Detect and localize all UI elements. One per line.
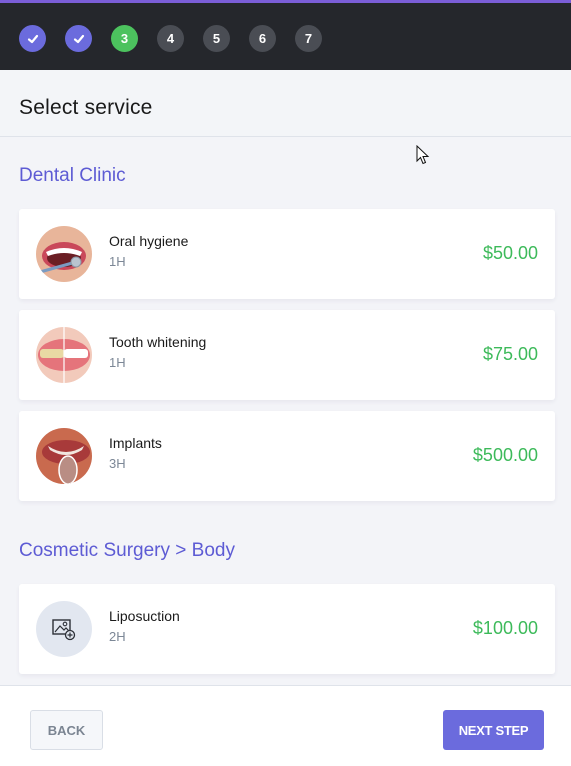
service-name: Tooth whitening	[109, 334, 207, 350]
service-duration: 1H	[109, 254, 126, 269]
page-title: Select service	[19, 96, 153, 119]
service-card-tooth-whitening[interactable]: Tooth whitening 1H $75.00	[19, 310, 555, 400]
service-list[interactable]: Dental Clinic Oral hygiene 1H $50.00 Too…	[0, 138, 571, 685]
oral-hygiene-photo	[36, 226, 92, 282]
service-price: $75.00	[482, 344, 538, 364]
service-price: $100.00	[472, 618, 538, 638]
category-title-dental-clinic: Dental Clinic	[19, 165, 126, 186]
category-title-cosmetic-surgery-body: Cosmetic Surgery > Body	[19, 540, 235, 561]
image-placeholder-icon	[52, 619, 76, 641]
step-4[interactable]: 4	[157, 25, 184, 52]
step-1-completed[interactable]	[19, 25, 46, 52]
back-button[interactable]: BACK	[30, 710, 103, 750]
mouse-cursor-icon	[416, 145, 430, 165]
service-card-liposuction[interactable]: Liposuction 2H $100.00	[19, 584, 555, 674]
service-name: Liposuction	[109, 608, 180, 624]
step-5[interactable]: 5	[203, 25, 230, 52]
service-name: Oral hygiene	[109, 233, 189, 249]
steps-list: 3 4 5 6 7	[19, 25, 341, 52]
service-name: Implants	[109, 435, 162, 451]
page-header: Select service	[0, 70, 571, 137]
check-icon	[27, 34, 38, 43]
step-2-completed[interactable]	[65, 25, 92, 52]
implants-photo	[36, 428, 92, 484]
service-duration: 1H	[109, 355, 126, 370]
image-placeholder	[36, 601, 92, 657]
step-3-current[interactable]: 3	[111, 25, 138, 52]
step-6[interactable]: 6	[249, 25, 276, 52]
footer-actions: BACK NEXT STEP	[0, 685, 571, 766]
service-price: $500.00	[472, 445, 538, 465]
service-price: $50.00	[482, 243, 538, 263]
service-card-implants[interactable]: Implants 3H $500.00	[19, 411, 555, 501]
tooth-whitening-photo	[36, 327, 92, 383]
step-7[interactable]: 7	[295, 25, 322, 52]
service-card-oral-hygiene[interactable]: Oral hygiene 1H $50.00	[19, 209, 555, 299]
step-progress-bar: 3 4 5 6 7	[0, 0, 571, 70]
service-duration: 2H	[109, 629, 126, 644]
next-step-button[interactable]: NEXT STEP	[443, 710, 544, 750]
service-duration: 3H	[109, 456, 126, 471]
check-icon	[73, 34, 84, 43]
